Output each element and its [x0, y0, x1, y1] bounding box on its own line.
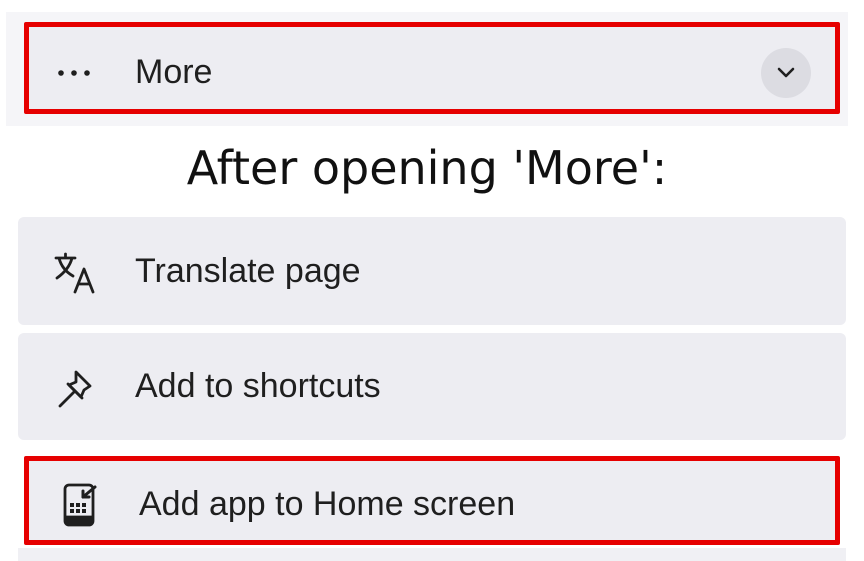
more-row[interactable]: More: [24, 22, 840, 114]
menu-item-label: Add app to Home screen: [139, 485, 516, 523]
menu-item-add-app-to-home-screen[interactable]: Add app to Home screen: [24, 456, 840, 545]
next-menu-item-partial: [18, 548, 846, 561]
more-label: More: [135, 53, 213, 91]
menu-item-translate-page[interactable]: Translate page: [18, 217, 846, 325]
add-to-home-screen-icon: [63, 483, 97, 527]
menu-item-label: Add to shortcuts: [135, 367, 381, 405]
translate-icon: [54, 252, 95, 294]
menu-item-label: Translate page: [135, 252, 361, 290]
expand-button[interactable]: [761, 48, 811, 98]
more-horizontal-icon: [58, 70, 90, 76]
pin-icon: [58, 370, 92, 408]
caption-text: After opening 'More':: [186, 141, 668, 195]
chevron-down-icon: [777, 67, 795, 78]
menu-item-add-to-shortcuts[interactable]: Add to shortcuts: [18, 333, 846, 440]
